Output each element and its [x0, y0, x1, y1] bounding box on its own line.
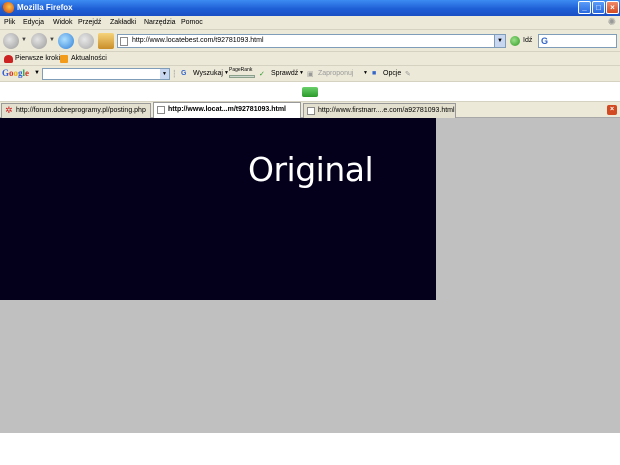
banner-text: Original — [248, 150, 374, 189]
url-dropdown-icon[interactable]: ▼ — [494, 35, 505, 47]
plugin-icon[interactable] — [302, 87, 318, 97]
google-logo[interactable]: Google — [2, 68, 29, 78]
menu-file[interactable]: Plik — [4, 19, 15, 26]
bottom-area — [0, 433, 620, 465]
google-search-dropdown-icon[interactable]: ▼ — [160, 69, 169, 79]
spellcheck-dropdown-icon[interactable]: ▼ — [299, 70, 304, 76]
tab-locatebest[interactable]: http://www.locat...m/t92781093.html — [153, 102, 301, 118]
minimize-button[interactable]: _ — [578, 1, 591, 14]
page-icon — [157, 106, 165, 114]
spellcheck-icon[interactable]: ✓ — [259, 70, 265, 78]
google-g-icon: G — [181, 70, 187, 77]
url-text[interactable]: http://www.locatebest.com/t92781093.html — [132, 37, 264, 44]
pencil-icon[interactable]: ✎ — [405, 70, 411, 78]
menu-help[interactable]: Pomoc — [181, 19, 203, 26]
back-icon[interactable] — [3, 33, 19, 49]
search-box[interactable]: G — [538, 34, 617, 48]
bookmark-icon — [4, 55, 13, 63]
close-tab-icon[interactable]: × — [607, 105, 617, 115]
navigation-toolbar: ▼ ▼ http://www.locatebest.com/t92781093.… — [0, 30, 620, 52]
close-window-button[interactable]: × — [606, 1, 619, 14]
reload-icon[interactable] — [58, 33, 74, 49]
menu-view[interactable]: Widok — [53, 19, 72, 26]
tab-forum[interactable]: ✲ http://forum.dobreprogramy.pl/posting.… — [1, 103, 151, 118]
banner[interactable]: Original — [0, 118, 436, 300]
window-title: Mozilla Firefox — [17, 3, 73, 12]
page-icon — [120, 37, 128, 46]
go-icon[interactable] — [510, 36, 520, 46]
spellcheck-button[interactable]: Sprawdź — [271, 70, 298, 77]
menu-tools[interactable]: Narzędzia — [144, 19, 176, 26]
menu-bar: Plik Edycja Widok Przejdź Zakładki Narzę… — [0, 16, 620, 30]
menu-go[interactable]: Przejdź — [78, 19, 101, 26]
maximize-button[interactable]: □ — [592, 1, 605, 14]
page-content: Original — [0, 118, 620, 433]
google-menu-dropdown-icon[interactable]: ▼ — [34, 70, 40, 76]
google-toolbar: Google ▼ ▼ ┆ G Wyszukaj ▼ PageRank ✓ Spr… — [0, 66, 620, 82]
forward-dropdown-icon[interactable]: ▼ — [49, 37, 55, 43]
tab-label: http://www.locat...m/t92781093.html — [168, 106, 286, 113]
autofill-dropdown-icon[interactable]: ▼ — [363, 70, 368, 76]
page-icon — [307, 107, 315, 115]
pagerank-label: PageRank — [229, 67, 253, 73]
menu-bookmarks[interactable]: Zakładki — [110, 19, 136, 26]
pagerank-indicator: PageRank — [229, 67, 257, 80]
menu-edit[interactable]: Edycja — [23, 19, 44, 26]
tab-bar: ✲ http://forum.dobreprogramy.pl/posting.… — [0, 102, 620, 118]
go-button[interactable]: Idź — [523, 37, 532, 44]
back-dropdown-icon[interactable]: ▼ — [21, 37, 27, 43]
firefox-icon — [2, 2, 14, 14]
stop-icon[interactable] — [78, 33, 94, 49]
tab-label: http://www.firstnarr....e.com/a92781093.… — [318, 107, 455, 114]
forward-icon[interactable] — [31, 33, 47, 49]
options-button[interactable]: Opcje — [383, 70, 401, 77]
throbber-icon: ✺ — [607, 17, 616, 28]
bookmark-latest-headlines[interactable]: Aktualności — [71, 55, 107, 62]
bookmarks-toolbar: Pierwsze kroki Aktualności — [0, 52, 620, 66]
bookmark-getting-started[interactable]: Pierwsze kroki — [15, 55, 60, 62]
autofill-button[interactable]: Zaproponuj — [318, 70, 353, 77]
google-search-button[interactable]: Wyszukaj — [193, 70, 223, 77]
plugin-strip — [0, 82, 620, 102]
window-titlebar: Mozilla Firefox _ □ × — [0, 0, 620, 16]
google-search-input[interactable]: ▼ — [42, 68, 170, 80]
tab-label: http://forum.dobreprogramy.pl/posting.ph… — [16, 107, 146, 114]
pagerank-bar — [229, 75, 255, 78]
gear-icon: ✲ — [5, 105, 13, 115]
options-icon[interactable]: ■ — [372, 70, 376, 77]
separator-icon: ┆ — [172, 71, 177, 78]
tab-firstnarr[interactable]: http://www.firstnarr....e.com/a92781093.… — [303, 103, 456, 118]
url-bar[interactable]: http://www.locatebest.com/t92781093.html… — [117, 34, 506, 48]
google-search-icon[interactable]: G — [541, 36, 548, 46]
autofill-icon: ▣ — [307, 71, 314, 78]
home-icon[interactable] — [98, 33, 114, 49]
rss-icon — [60, 55, 68, 63]
